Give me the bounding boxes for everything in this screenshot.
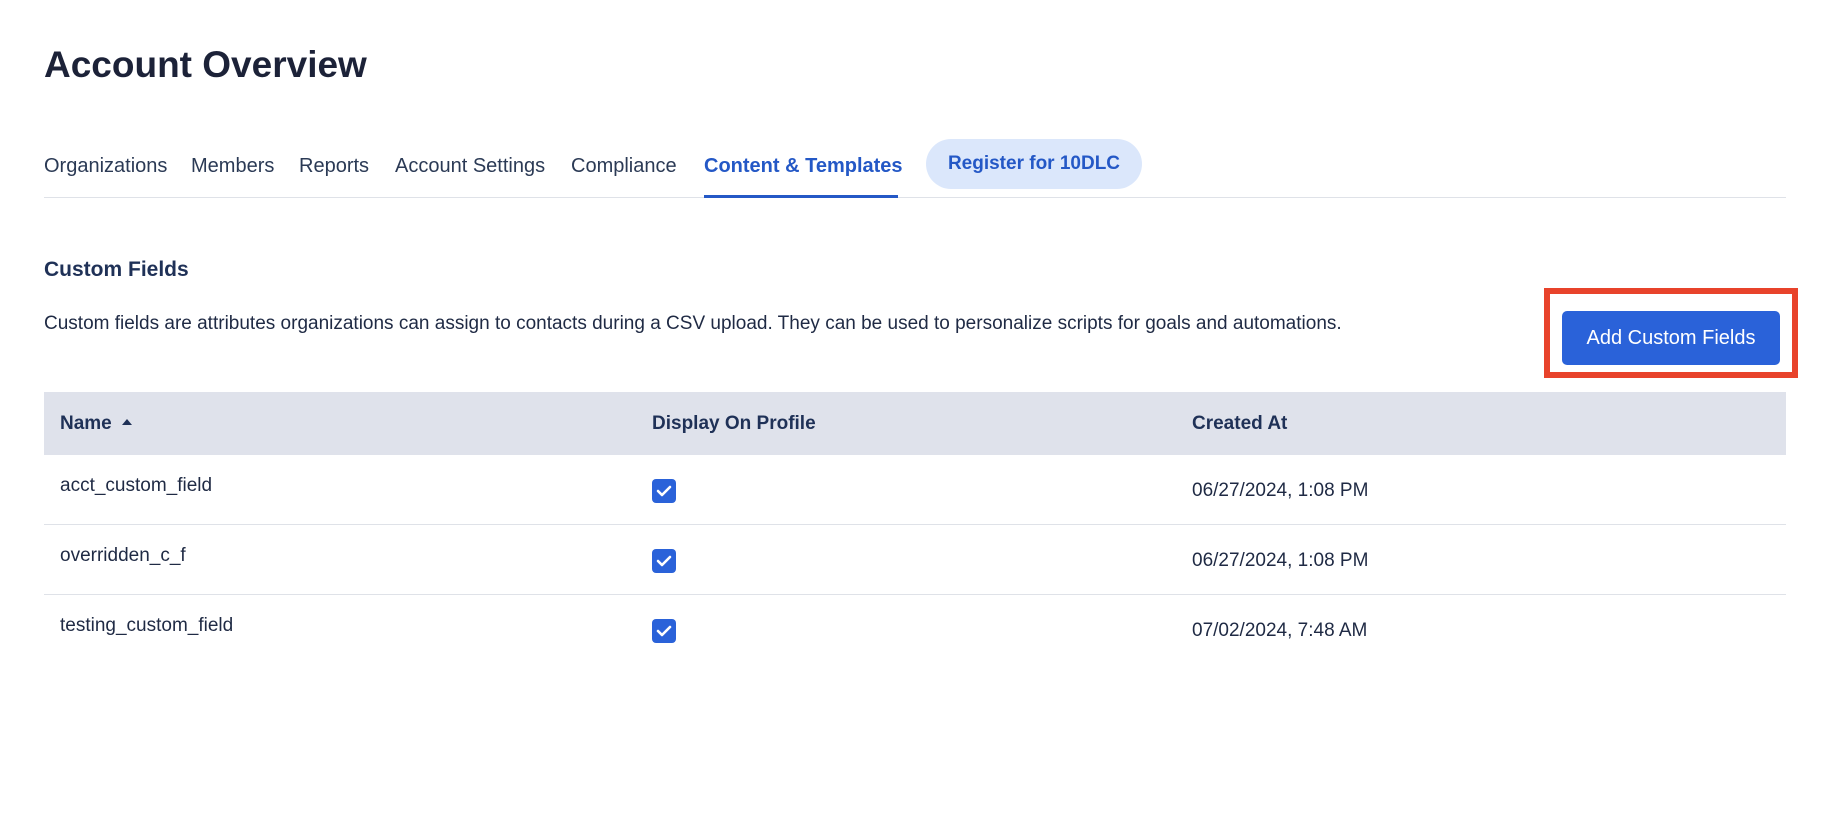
register-10dlc-button[interactable]: Register for 10DLC (926, 139, 1142, 189)
section-title: Custom Fields (44, 258, 189, 281)
tab-reports[interactable]: Reports (299, 155, 369, 178)
created-at: 06/27/2024, 1:08 PM (1192, 550, 1369, 571)
created-at: 06/27/2024, 1:08 PM (1192, 480, 1369, 501)
checkmark-icon (656, 625, 672, 637)
sort-ascending-icon[interactable] (121, 419, 132, 425)
tab-account-settings[interactable]: Account Settings (395, 155, 545, 178)
field-name: testing_custom_field (60, 615, 234, 636)
display-on-profile-checkbox[interactable] (652, 549, 676, 573)
tab-members[interactable]: Members (191, 155, 274, 178)
column-header-name[interactable]: Name (60, 413, 132, 435)
column-header-display-on-profile: Display On Profile (652, 413, 816, 434)
page-title: Account Overview (44, 44, 367, 85)
checkmark-icon (656, 485, 672, 497)
tab-bar: Organizations Members Reports Account Se… (44, 139, 1786, 198)
table-header: Name Display On Profile Created At (44, 392, 1786, 455)
checkmark-icon (656, 555, 672, 567)
active-tab-indicator (704, 195, 898, 198)
table-row: overridden_c_f 06/27/2024, 1:08 PM (44, 525, 1786, 595)
column-header-name-label: Name (60, 413, 112, 434)
table-row: testing_custom_field 07/02/2024, 7:48 AM (44, 595, 1786, 665)
column-header-created-at: Created At (1192, 413, 1288, 434)
field-name: acct_custom_field (60, 475, 213, 496)
field-name: overridden_c_f (60, 545, 186, 566)
tab-organizations[interactable]: Organizations (44, 155, 167, 178)
display-on-profile-checkbox[interactable] (652, 479, 676, 503)
created-at: 07/02/2024, 7:48 AM (1192, 620, 1368, 641)
custom-fields-table: Name Display On Profile Created At acct_… (44, 392, 1786, 665)
display-on-profile-checkbox[interactable] (652, 619, 676, 643)
section-description: Custom fields are attributes organizatio… (44, 313, 1342, 334)
table-row: acct_custom_field 06/27/2024, 1:08 PM (44, 455, 1786, 525)
tab-content-templates[interactable]: Content & Templates (704, 155, 903, 178)
add-custom-fields-button[interactable]: Add Custom Fields (1562, 311, 1780, 365)
tab-compliance[interactable]: Compliance (571, 155, 677, 178)
